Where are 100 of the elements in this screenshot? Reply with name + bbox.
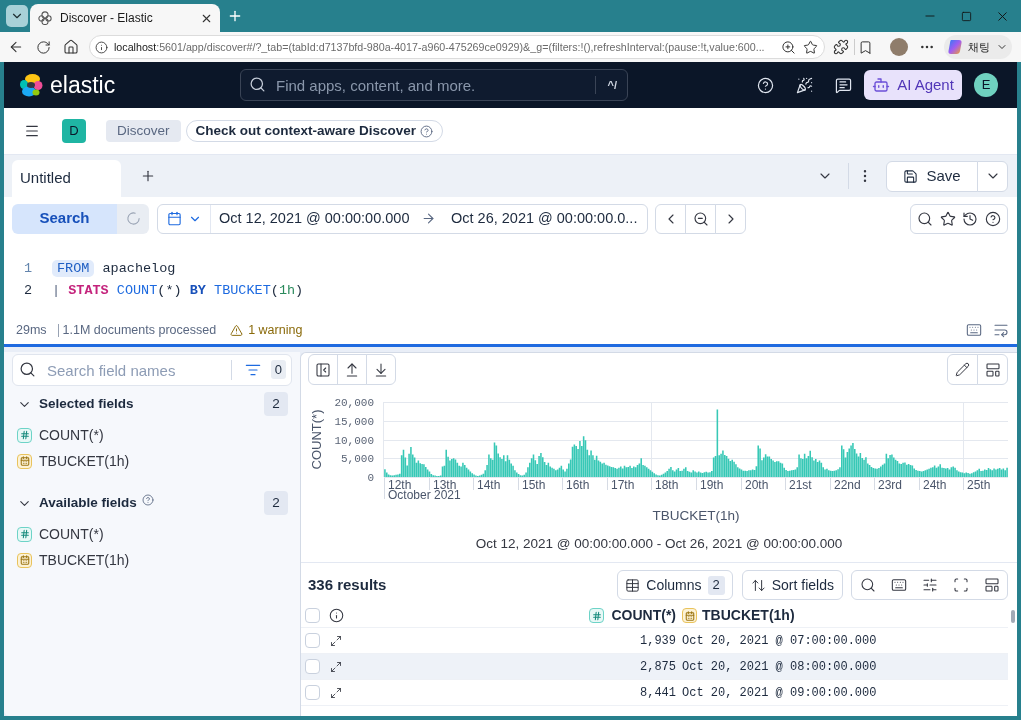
hash-type-icon bbox=[17, 526, 32, 542]
expand-icon[interactable] bbox=[330, 634, 342, 647]
collapse-sidebar-button[interactable] bbox=[308, 354, 338, 385]
collapse-chart-button[interactable] bbox=[337, 354, 367, 385]
checkbox[interactable] bbox=[305, 608, 320, 623]
wrap-lines-icon[interactable] bbox=[993, 322, 1009, 338]
count-badge: 2 bbox=[264, 392, 288, 416]
line-number: 1 bbox=[24, 260, 34, 278]
info-icon[interactable] bbox=[329, 608, 344, 623]
chat-button[interactable]: 채팅 bbox=[944, 35, 1012, 59]
avatar-icon[interactable] bbox=[890, 38, 908, 56]
search-button[interactable]: Search bbox=[12, 203, 117, 234]
browser-tab[interactable]: Discover - Elastic bbox=[30, 4, 220, 32]
user-avatar[interactable]: E bbox=[974, 73, 998, 97]
expand-icon[interactable] bbox=[330, 686, 342, 699]
field-item[interactable]: COUNT(*) bbox=[12, 422, 292, 448]
layout-icon[interactable] bbox=[983, 577, 1000, 593]
expand-chart-button[interactable] bbox=[366, 354, 396, 385]
filter-icon[interactable] bbox=[245, 362, 261, 378]
table-cell-text: 2,875 bbox=[639, 658, 676, 676]
count-badge: 2 bbox=[264, 491, 288, 515]
keyboard-icon[interactable] bbox=[966, 322, 982, 338]
checkbox[interactable] bbox=[305, 685, 320, 700]
space-avatar[interactable]: D bbox=[62, 119, 86, 143]
info-icon[interactable] bbox=[95, 40, 108, 54]
menu-icon[interactable] bbox=[24, 123, 40, 139]
arrow-up-down-icon bbox=[750, 577, 766, 593]
site-icon bbox=[38, 11, 52, 25]
zoom-out-icon bbox=[692, 210, 709, 227]
tab[interactable]: Untitled bbox=[12, 160, 121, 197]
help-icon[interactable] bbox=[984, 210, 1001, 227]
history-icon[interactable] bbox=[962, 210, 979, 227]
breadcrumb[interactable]: Discover bbox=[106, 120, 181, 142]
gradient-logo-icon bbox=[947, 39, 963, 55]
star-icon[interactable] bbox=[939, 210, 956, 227]
zoom-in-icon[interactable] bbox=[781, 39, 796, 55]
layout-button[interactable] bbox=[977, 354, 1008, 385]
field-item[interactable]: TBUCKET(1h) bbox=[12, 547, 292, 573]
axis-label: 18th bbox=[655, 478, 679, 492]
checkbox[interactable] bbox=[305, 633, 320, 648]
edit-button[interactable] bbox=[947, 354, 978, 385]
date-picker[interactable]: Oct 12, 2021 @ 00:00:00.000 Oct 26, 2021 @ 00:00:00.0... bbox=[157, 203, 648, 234]
arrow-down-icon bbox=[373, 361, 389, 378]
axis-label: 20,000 bbox=[334, 397, 374, 409]
axis-label: 16th bbox=[566, 478, 590, 492]
layout-icon bbox=[984, 361, 1001, 378]
start-date-button[interactable]: Oct 12, 2021 @ 00:00:00.000 bbox=[219, 207, 419, 230]
section-toggle[interactable]: Available fields bbox=[17, 492, 154, 514]
field-item[interactable]: COUNT(*) bbox=[12, 521, 292, 547]
save-button[interactable]: Save bbox=[886, 160, 978, 192]
end-date-button[interactable]: Oct 26, 2021 @ 00:00:00.0... bbox=[451, 207, 638, 230]
calendar-type-icon bbox=[17, 552, 32, 568]
column-header[interactable]: COUNT(*) bbox=[344, 604, 676, 628]
time-range-label: Oct 12, 2021 @ 00:00:00.000 - Oct 26, 2021 @ 00:00:00.000 bbox=[475, 535, 843, 553]
axis-label: 14th bbox=[477, 478, 501, 492]
party-popper-icon[interactable] bbox=[796, 76, 813, 94]
zoom-out-button[interactable] bbox=[685, 203, 716, 234]
checkbox[interactable] bbox=[305, 659, 320, 674]
home-icon[interactable] bbox=[63, 39, 79, 55]
table-cell-text: Oct 20, 2021 @ 09:00:00.000 bbox=[682, 684, 877, 702]
search-icon[interactable] bbox=[859, 577, 876, 593]
back-icon[interactable] bbox=[8, 39, 24, 55]
calendar-icon bbox=[166, 211, 182, 226]
hash-type-icon bbox=[17, 427, 32, 443]
search-icon bbox=[19, 361, 36, 378]
search-icon bbox=[249, 76, 266, 93]
column-header[interactable]: TBUCKET(1h) bbox=[682, 604, 795, 628]
table-row[interactable]: 2,875 Oct 20, 2021 @ 08:00:00.000 bbox=[301, 654, 1008, 680]
sort-fields-button[interactable]: Sort fields bbox=[741, 570, 843, 600]
expand-icon[interactable] bbox=[330, 660, 342, 673]
keyboard-icon[interactable] bbox=[890, 577, 907, 593]
count-badge: 2 bbox=[707, 575, 725, 595]
save-icon bbox=[903, 168, 919, 184]
puzzle-icon[interactable] bbox=[833, 39, 849, 55]
address-bar[interactable]: localhost:5601/app/discover#/?_tab=(tabId:d7137bfd-980a-4017-a960-475269ce0929)&_g=(filters:!(),refreshInterval:(pause:!t,value:600... bbox=[89, 35, 825, 59]
table-icon bbox=[625, 577, 641, 593]
warning-button[interactable]: 1 warning bbox=[230, 320, 303, 340]
section-toggle[interactable]: Selected fields bbox=[17, 393, 134, 415]
search-icon[interactable] bbox=[917, 210, 934, 227]
resize-handle[interactable] bbox=[4, 344, 1017, 347]
help-icon bbox=[141, 494, 154, 506]
table-cell-text: 1,939 bbox=[639, 632, 676, 650]
star-icon[interactable] bbox=[803, 39, 818, 55]
bookmark-icon[interactable] bbox=[858, 39, 873, 55]
new-tab-icon[interactable] bbox=[227, 8, 243, 24]
sliders-icon[interactable] bbox=[921, 577, 938, 593]
fullscreen-icon[interactable] bbox=[952, 577, 969, 593]
shortcut-hint: ^/ bbox=[607, 78, 617, 93]
callout-button[interactable]: Check out context-aware Discover bbox=[185, 120, 444, 142]
new-tab-icon[interactable] bbox=[140, 168, 156, 184]
code-line: | STATS COUNT(*) BY TBUCKET(1h) bbox=[52, 282, 304, 300]
columns-button[interactable]: Columns 2 bbox=[617, 570, 733, 600]
maximize-icon[interactable] bbox=[960, 10, 972, 22]
axis-label: 17th bbox=[611, 478, 635, 492]
tab-list-button[interactable] bbox=[6, 5, 28, 27]
reload-icon[interactable] bbox=[36, 39, 51, 55]
ai-agent-button[interactable]: AI Agent bbox=[864, 70, 962, 100]
field-item[interactable]: TBUCKET(1h) bbox=[12, 448, 292, 474]
scrollbar[interactable] bbox=[1010, 610, 1015, 623]
chat-icon[interactable] bbox=[835, 76, 852, 94]
